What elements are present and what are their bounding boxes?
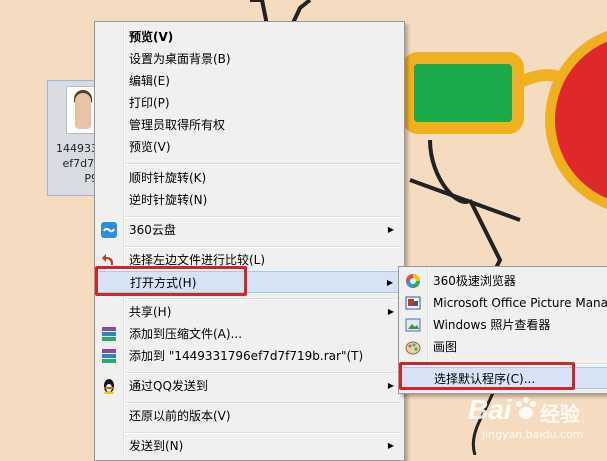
menu-separator <box>125 432 402 434</box>
menu-separator <box>125 216 402 218</box>
submenu-arrow-icon: ▶ <box>386 278 393 287</box>
paint-palette-icon <box>405 339 421 355</box>
menu-item-rotate-cw[interactable]: 顺时针旋转(K) <box>97 167 402 189</box>
menu-item-preview[interactable]: 预览(V) <box>97 26 402 48</box>
cloud-icon <box>101 222 117 238</box>
watermark-url: jingyan.baidu.com <box>482 428 584 441</box>
menu-item-add-to-archive[interactable]: 添加到压缩文件(A)... <box>97 323 402 345</box>
menu-item-set-wallpaper[interactable]: 设置为桌面背景(B) <box>97 48 402 70</box>
baidu-watermark: Bai 经验 jingyan.baidu.com <box>468 392 604 452</box>
highlight-box-open-with <box>95 266 247 296</box>
menu-item-preview-2[interactable]: 预览(V) <box>97 136 402 158</box>
menu-separator <box>125 372 402 374</box>
menu-separator <box>125 246 402 248</box>
menu-item-office-picture-manager[interactable]: Microsoft Office Picture Mana <box>401 292 607 314</box>
menu-item-share[interactable]: 共享(H) ▶ <box>97 301 402 323</box>
menu-item-edit[interactable]: 编辑(E) <box>97 70 402 92</box>
submenu-arrow-icon: ▶ <box>387 381 394 390</box>
submenu-arrow-icon: ▶ <box>387 225 394 234</box>
menu-separator <box>125 163 402 165</box>
menu-item-windows-photo-viewer[interactable]: Windows 照片查看器 <box>401 314 607 336</box>
highlight-box-choose-default <box>399 362 575 390</box>
menu-separator <box>125 298 402 300</box>
submenu-arrow-icon: ▶ <box>387 441 394 450</box>
desktop-file-icon[interactable]: 144933 ef7d7f P9 <box>47 80 98 196</box>
menu-item-paint[interactable]: 画图 <box>401 336 607 358</box>
browser-icon <box>405 273 421 289</box>
menu-item-rotate-ccw[interactable]: 逆时针旋转(N) <box>97 189 402 211</box>
file-name-label: 144933 ef7d7f P9 <box>56 142 98 185</box>
menu-item-restore-versions[interactable]: 还原以前的版本(V) <box>97 405 402 427</box>
menu-item-360-cloud[interactable]: 360云盘 ▶ <box>97 219 402 241</box>
photo-viewer-icon <box>405 317 421 333</box>
menu-separator <box>125 402 402 404</box>
menu-item-send-via-qq[interactable]: 通过QQ发送到 ▶ <box>97 375 402 397</box>
qq-penguin-icon <box>101 378 117 395</box>
menu-item-360-browser[interactable]: 360极速浏览器 <box>401 270 607 292</box>
submenu-arrow-icon: ▶ <box>387 307 394 316</box>
winrar-icon <box>101 348 117 364</box>
menu-item-send-to[interactable]: 发送到(N) ▶ <box>97 435 402 457</box>
menu-item-add-to-rar[interactable]: 添加到 "1449331796ef7d7f719b.rar"(T) <box>97 345 402 367</box>
winrar-icon <box>101 326 117 342</box>
context-menu: 预览(V) 设置为桌面背景(B) 编辑(E) 打印(P) 管理员取得所有权 预览… <box>94 21 405 461</box>
watermark-brand-cn: 经验 <box>540 402 580 426</box>
menu-item-take-ownership[interactable]: 管理员取得所有权 <box>97 114 402 136</box>
watermark-brand: Bai <box>468 394 512 425</box>
menu-item-print[interactable]: 打印(P) <box>97 92 402 114</box>
paw-icon <box>516 397 536 419</box>
picture-manager-icon <box>405 295 421 311</box>
